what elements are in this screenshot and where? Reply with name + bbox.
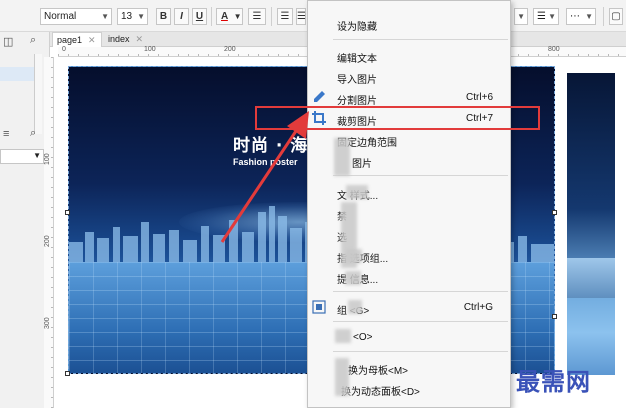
chevron-down-icon: ▼: [33, 151, 41, 160]
font-color-label: A: [221, 11, 228, 22]
align-left-icon[interactable]: ☰: [277, 8, 293, 25]
tab-index[interactable]: index ✕: [104, 32, 148, 47]
align-center-icon[interactable]: ☰: [296, 8, 306, 25]
menu-item-label: 图片: [352, 159, 372, 170]
menu-item-group[interactable]: 组 <G> Ctrl+G: [308, 298, 510, 318]
redaction-blur: [335, 329, 351, 343]
menu-item-text-style[interactable]: 文 样式...: [308, 183, 510, 203]
resize-handle[interactable]: [65, 210, 70, 215]
menu-item-option-group[interactable]: 指 选项组...: [308, 246, 510, 266]
close-icon[interactable]: ✕: [136, 34, 144, 44]
menu-item-crop-image[interactable]: 裁剪图片 Ctrl+7: [308, 109, 510, 129]
poster-right-edge: [567, 73, 615, 375]
library-select[interactable]: ▼: [0, 149, 44, 164]
ruler-label: 100: [44, 153, 51, 165]
menu-separator: [333, 175, 508, 176]
resize-handle[interactable]: [65, 371, 70, 376]
menu-item-split-image[interactable]: 分割图片 Ctrl+6: [308, 88, 510, 108]
selected-page-row[interactable]: [0, 67, 36, 81]
redaction-blur: [345, 271, 361, 285]
menu-item-set-hidden[interactable]: 设为隐藏: [308, 14, 510, 34]
menu-item-label: <O>: [353, 332, 373, 343]
group-icon: [312, 300, 326, 314]
menu-item-label: 换为母板<M>: [348, 366, 409, 377]
chevron-down-icon: ▼: [585, 12, 593, 21]
page-icon: ◫: [3, 36, 14, 48]
bullet-list-icon[interactable]: ☰: [248, 8, 266, 25]
ruler-label: 200: [224, 46, 236, 53]
menu-separator: [333, 291, 508, 292]
font-size-value: 13: [121, 11, 133, 22]
toolbar-divider: [271, 7, 272, 26]
menu-item-label: 裁剪图片: [337, 117, 377, 128]
resize-handle[interactable]: [552, 210, 557, 215]
tab-page1[interactable]: page1 ✕: [52, 32, 102, 47]
toolbar-dropdown-a[interactable]: ▼: [514, 8, 528, 25]
redaction-blur: [334, 138, 350, 176]
ruler-label: 200: [44, 235, 51, 247]
ruler-label: 0: [62, 46, 66, 53]
italic-button[interactable]: I: [174, 8, 189, 25]
menu-item-shortcut: Ctrl+6: [466, 92, 493, 103]
vertical-ruler: 100 200 300: [44, 57, 54, 408]
font-size-select[interactable]: 13 ▼: [117, 8, 148, 25]
close-icon[interactable]: ✕: [88, 35, 96, 45]
menu-item-label: 分割图片: [337, 96, 377, 107]
search-icon[interactable]: ⌕: [30, 34, 36, 47]
toolbar-divider: [211, 7, 212, 26]
menu-item-disable[interactable]: 禁: [308, 204, 510, 224]
widget-icon: ≡: [3, 128, 10, 140]
crop-icon: [312, 111, 326, 125]
menu-item-shortcut: Ctrl+G: [463, 302, 493, 313]
underline-button[interactable]: U: [192, 8, 207, 25]
redaction-blur: [346, 249, 362, 263]
left-panel: ◫ ⌕ ≡ ⌕ ▼: [0, 32, 50, 408]
chevron-down-icon: ▼: [137, 12, 145, 21]
search-icon[interactable]: ⌕: [30, 127, 36, 140]
tab-label: page1: [57, 35, 83, 45]
menu-item-import-image[interactable]: 导入图片: [308, 67, 510, 87]
distant-city: [567, 258, 615, 298]
line-style-icon: ☰: [537, 11, 546, 22]
ruler-label: 300: [44, 317, 51, 329]
menu-separator: [333, 351, 508, 352]
line-pattern-select[interactable]: ⋯ ▼: [566, 8, 596, 25]
split-image-icon: [314, 91, 325, 102]
redaction-blur: [346, 185, 368, 199]
menu-item-select[interactable]: 选: [308, 225, 510, 245]
font-name-select[interactable]: Normal ▼: [40, 8, 112, 25]
panel-scrollbar[interactable]: [34, 54, 42, 134]
font-name-value: Normal: [44, 11, 77, 22]
menu-item-label: 设为隐藏: [337, 22, 377, 33]
poster-title: 时尚 · 海: [233, 136, 309, 156]
chevron-down-icon: ▼: [548, 12, 556, 21]
line-pattern-icon: ⋯: [570, 11, 580, 22]
menu-separator: [333, 321, 508, 322]
tab-label: index: [108, 34, 130, 44]
chevron-down-icon: ▼: [233, 12, 242, 21]
ruler-label: 100: [144, 46, 156, 53]
menu-item-label: 换为动态面板<D>: [341, 387, 420, 398]
menu-item-tooltip[interactable]: 提 信息...: [308, 267, 510, 287]
menu-separator: [333, 39, 508, 40]
menu-item-shortcut: Ctrl+7: [466, 113, 493, 124]
chevron-down-icon: ▼: [517, 12, 525, 21]
redaction-blur: [348, 300, 362, 314]
menu-item-label: 编辑文本: [337, 54, 377, 65]
chevron-down-icon: ▼: [101, 12, 109, 21]
redaction-blur: [335, 358, 349, 396]
ruler-label: 800: [548, 46, 560, 53]
toolbar-divider: [603, 7, 604, 26]
bold-button[interactable]: B: [156, 8, 171, 25]
poster-subtitle: Fashion poster: [233, 157, 298, 167]
line-style-select[interactable]: ☰ ▼: [533, 8, 559, 25]
menu-item-edit-text[interactable]: 编辑文本: [308, 46, 510, 66]
menu-item-label: 导入图片: [337, 75, 377, 86]
context-menu: 设为隐藏 编辑文本 导入图片 分割图片 Ctrl+6 裁剪图片 Ctrl+7 固…: [307, 0, 511, 408]
toolbar-more-button[interactable]: ▢: [609, 8, 623, 25]
resize-handle[interactable]: [552, 314, 557, 319]
font-color-button[interactable]: A ▼: [216, 8, 243, 25]
